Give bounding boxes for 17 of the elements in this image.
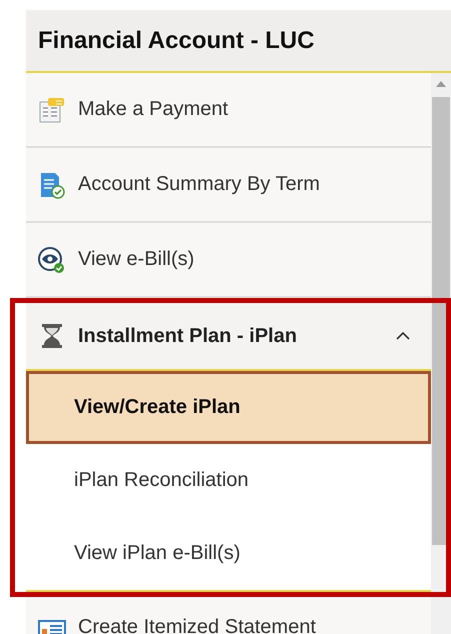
- document-check-icon: [38, 170, 66, 198]
- menu-item[interactable]: Create Itemized Statement: [26, 597, 431, 634]
- menu-item-label: View e-Bill(s): [78, 248, 194, 271]
- submenu-item[interactable]: iPlan Reconciliation: [26, 444, 431, 517]
- group-header[interactable]: Installment Plan - iPlan: [26, 303, 431, 371]
- chevron-up-icon: [395, 331, 411, 341]
- panel-title: Financial Account - LUC: [38, 26, 314, 54]
- document-icon: [38, 96, 66, 124]
- submenu-item[interactable]: View/Create iPlan: [26, 371, 431, 444]
- menu-item[interactable]: Make a Payment: [26, 73, 431, 148]
- submenu-item[interactable]: View iPlan e-Bill(s): [26, 517, 431, 590]
- menu-item-label: Make a Payment: [78, 98, 228, 121]
- scroll-up-icon[interactable]: [436, 81, 446, 87]
- eye-check-icon: [38, 246, 66, 274]
- menu-item-label: Account Summary By Term: [78, 173, 320, 196]
- group-label: Installment Plan - iPlan: [78, 324, 298, 348]
- menu-item-label: Create Itemized Statement: [78, 617, 316, 634]
